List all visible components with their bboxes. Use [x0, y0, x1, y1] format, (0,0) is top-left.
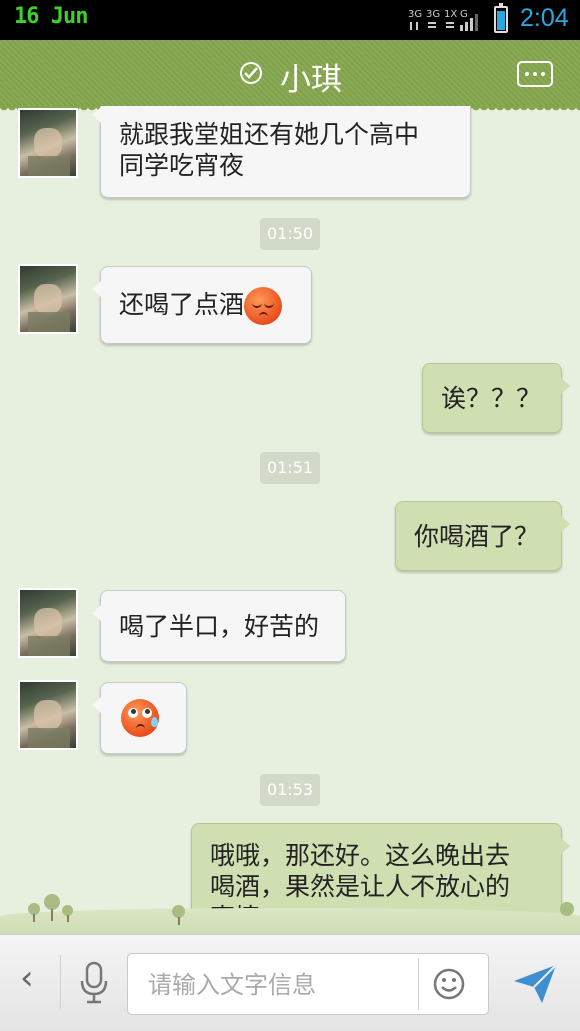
- tree-trunk: [178, 917, 180, 925]
- timestamp: 01:50: [260, 218, 320, 250]
- outgoing-message[interactable]: 你喝酒了？: [395, 501, 570, 571]
- svg-text:3G: 3G: [426, 9, 440, 20]
- message-line: 喝酒，果然是让人不放心的: [210, 872, 511, 901]
- divider: [60, 955, 61, 1009]
- message-input[interactable]: [146, 968, 410, 1002]
- incoming-message[interactable]: 就跟我堂姐还有她几个高中 同学吃宵夜: [92, 106, 471, 198]
- microphone-icon[interactable]: [78, 961, 110, 1005]
- message-line: 哦哦，那还好。这么晚出去: [210, 841, 511, 870]
- message-text: 还喝了点酒: [119, 290, 245, 319]
- chevron-left-icon[interactable]: ‹: [20, 961, 34, 995]
- tree-trunk: [33, 914, 35, 922]
- contact-name[interactable]: 小琪: [280, 54, 342, 99]
- contact-avatar[interactable]: [20, 682, 76, 748]
- status-time: 2:04: [520, 4, 569, 32]
- contact-avatar[interactable]: [20, 266, 76, 332]
- outgoing-message[interactable]: 诶？？？: [422, 363, 570, 433]
- sleepy-face-emoji: [244, 287, 283, 325]
- message-list[interactable]: 就跟我堂姐还有她几个高中 同学吃宵夜 01:50 还喝了点酒 诶？？？ 01:5…: [0, 106, 580, 934]
- nervous-sweat-emoji: [121, 699, 159, 737]
- tree-decoration: [560, 902, 574, 916]
- input-bar: ‹: [0, 934, 580, 1031]
- check-circle-icon: [240, 62, 262, 84]
- svg-text:3G: 3G: [408, 9, 422, 20]
- more-dots-icon[interactable]: [517, 61, 553, 87]
- contact-avatar[interactable]: [20, 110, 76, 176]
- status-date: 16 Jun: [14, 4, 88, 29]
- divider: [418, 958, 419, 1010]
- timestamp: 01:51: [260, 452, 320, 484]
- incoming-message[interactable]: 喝了半口，好苦的: [92, 590, 346, 662]
- landscape-decoration: [0, 908, 580, 934]
- message-line: 同学吃宵夜: [119, 151, 245, 180]
- svg-text:G: G: [460, 9, 468, 20]
- tree-decoration: [44, 894, 60, 910]
- smiley-icon[interactable]: [433, 968, 465, 1000]
- battery-icon: [494, 3, 508, 33]
- svg-text:1X: 1X: [444, 9, 457, 20]
- send-icon[interactable]: [512, 961, 558, 1007]
- network-signal-icon: 3G 3G 1X G: [408, 9, 478, 31]
- timestamp: 01:53: [260, 774, 320, 806]
- message-text: 喝了半口，好苦的: [119, 612, 320, 641]
- message-text: 诶？？？: [441, 384, 542, 413]
- status-bar: 16 Jun 3G 3G 1X G 2:04: [0, 0, 580, 40]
- contact-avatar[interactable]: [20, 590, 76, 656]
- tree-trunk: [51, 909, 53, 921]
- chat-header: 小琪: [0, 40, 580, 112]
- message-text: 你喝酒了？: [414, 522, 540, 551]
- tree-trunk: [67, 915, 69, 922]
- message-line: 就跟我堂姐还有她几个高中: [119, 120, 420, 149]
- incoming-message[interactable]: [92, 682, 187, 754]
- incoming-message[interactable]: 还喝了点酒: [92, 266, 312, 344]
- message-input-field[interactable]: [127, 953, 489, 1015]
